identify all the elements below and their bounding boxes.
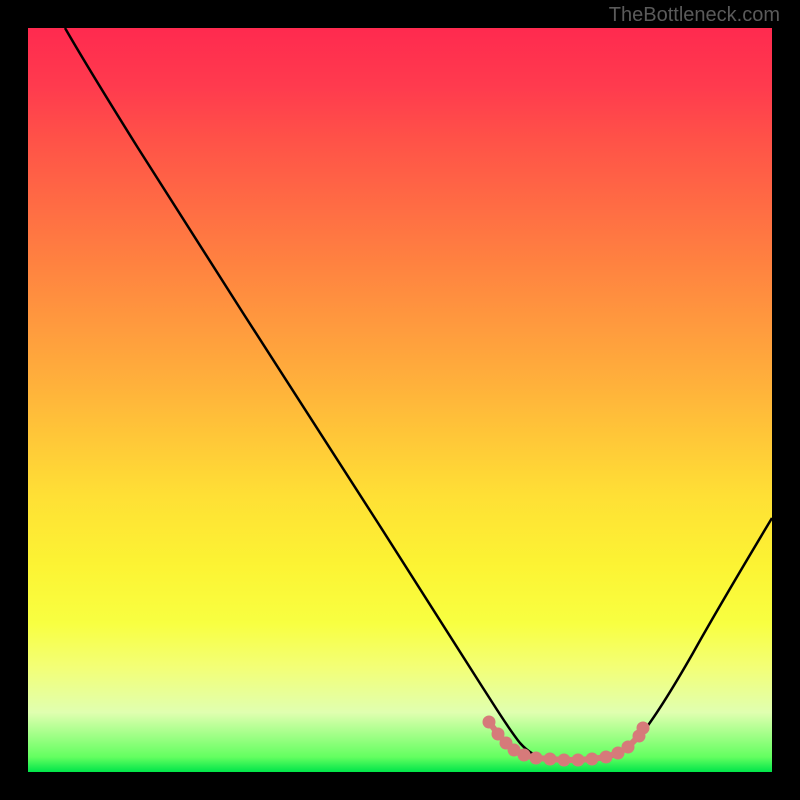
watermark: TheBottleneck.com xyxy=(609,4,780,27)
chart-svg xyxy=(28,28,772,772)
main-curve-line xyxy=(65,28,772,761)
plot-area xyxy=(28,28,772,772)
marker-dots xyxy=(485,718,647,764)
